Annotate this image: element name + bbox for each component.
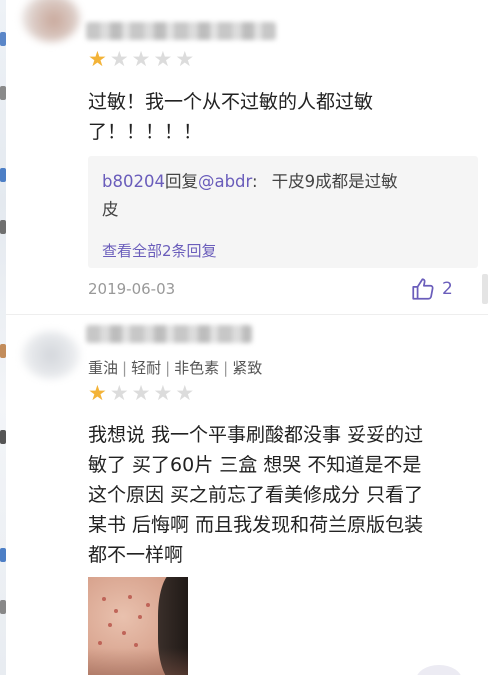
avatar[interactable] — [22, 331, 80, 379]
tag-separator: | — [122, 359, 128, 377]
star-rating: ★★★★★ — [88, 383, 197, 404]
star-rating: ★★★★★ — [88, 49, 197, 70]
reply-box[interactable]: b80204回复@abdr: 干皮9成都是过敏 皮 查看全部2条回复 — [88, 156, 478, 268]
username-blurred — [86, 22, 276, 40]
star-icon: ★ — [88, 381, 110, 405]
like-count: 2 — [442, 279, 453, 299]
photo-detail — [108, 623, 112, 627]
tag-separator: | — [165, 359, 171, 377]
reply-action: 回复 — [164, 172, 198, 191]
thumbs-up-icon — [412, 278, 434, 300]
reply-username[interactable]: b80204 — [102, 172, 165, 191]
photo-shade — [88, 648, 188, 675]
reply-colon: : — [252, 172, 258, 191]
username-blurred — [86, 325, 252, 343]
photo-detail — [138, 615, 142, 619]
photo-detail — [146, 603, 150, 607]
star-icon: ★ — [153, 381, 176, 405]
avatar[interactable] — [22, 0, 80, 42]
review-item: 重油 | 轻耐 | 非色素 | 紧致 ★★★★★ 我想说 我一个平事刷酸都没事 妥妥的过 敏… — [6, 314, 488, 675]
reply-target-user[interactable]: @abdr — [198, 172, 252, 191]
skin-tags: 重油 | 轻耐 | 非色素 | 紧致 — [88, 357, 262, 378]
scroll-indicator — [482, 274, 488, 304]
review-text: 我想说 我一个平事刷酸都没事 妥妥的过 敏了 买了60片 三盒 想哭 不知道是不… — [88, 424, 424, 566]
skin-tag: 轻耐 — [131, 359, 162, 377]
star-icon: ★ — [131, 47, 154, 71]
photo-detail — [134, 643, 138, 647]
view-all-replies-link[interactable]: 查看全部2条回复 — [102, 240, 217, 261]
photo-detail — [122, 631, 126, 635]
next-avatar-partial — [416, 665, 462, 675]
review-photo[interactable] — [88, 577, 188, 675]
review-text: 过敏！我一个从不过敏的人都过敏 了！！！！！ — [88, 91, 374, 143]
skin-tag: 非色素 — [174, 359, 220, 377]
like-button[interactable]: 2 — [410, 276, 453, 302]
photo-detail — [114, 609, 118, 613]
tag-separator: | — [223, 359, 229, 377]
skin-tag: 重油 — [88, 359, 119, 377]
star-icon: ★ — [153, 47, 176, 71]
photo-detail — [98, 641, 102, 645]
star-icon: ★ — [109, 47, 132, 71]
skin-tag: 紧致 — [232, 359, 263, 377]
star-icon: ★ — [175, 381, 198, 405]
star-icon: ★ — [88, 47, 110, 71]
review-date: 2019-06-03 — [88, 280, 176, 298]
review-item: ★★★★★ 过敏！我一个从不过敏的人都过敏 了！！！！！ b80204回复@ab… — [6, 0, 488, 314]
star-icon: ★ — [109, 381, 132, 405]
star-icon: ★ — [175, 47, 198, 71]
reply-content: b80204回复@abdr: 干皮9成都是过敏 皮 — [102, 168, 464, 224]
photo-detail — [102, 597, 106, 601]
photo-detail — [128, 595, 132, 599]
star-icon: ★ — [131, 381, 154, 405]
